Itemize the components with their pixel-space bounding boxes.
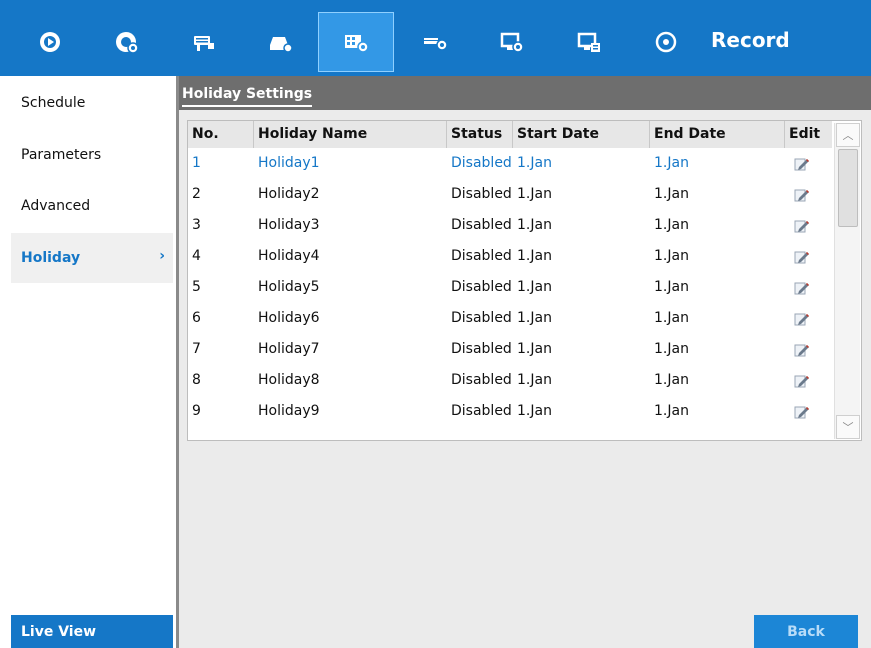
column-header-edit: Edit [789,126,821,142]
cell-status: Disabled [451,186,512,202]
record-settings-icon[interactable] [318,12,394,72]
cell-end: 1.Jan [654,403,689,419]
chevron-down-icon[interactable]: ﹀ [836,415,860,439]
column-header-no: No. [188,121,254,148]
cell-status: Disabled [451,341,512,357]
cell-end: 1.Jan [654,217,689,233]
cell-start: 1.Jan [517,310,552,326]
cell-no: 8 [192,372,201,388]
cell-name: Holiday4 [258,248,320,264]
table-row[interactable]: 4 Holiday4 Disabled 1.Jan 1.Jan [188,241,832,272]
scrollbar[interactable]: ︿ ﹀ [834,123,860,439]
cell-name: Holiday8 [258,372,320,388]
cell-end: 1.Jan [654,279,689,295]
cell-status: Disabled [451,310,512,326]
playback-icon[interactable] [102,12,152,72]
cell-no: 7 [192,341,201,357]
table-row[interactable]: 7 Holiday7 Disabled 1.Jan 1.Jan [188,334,832,365]
column-header-holiday-name: Holiday Name [254,121,447,148]
cell-no: 6 [192,310,201,326]
chevron-right-icon: › [159,248,165,264]
system-icon[interactable] [487,12,537,72]
chevron-up-icon[interactable]: ︿ [836,123,860,147]
cell-no: 3 [192,217,201,233]
network-icon[interactable] [410,12,460,72]
cell-status: Disabled [451,372,512,388]
cell-name: Holiday1 [258,155,320,171]
table-row[interactable]: 3 Holiday3 Disabled 1.Jan 1.Jan [188,210,832,241]
cell-end: 1.Jan [654,372,689,388]
sidebar-item-holiday[interactable]: Holiday › [11,233,173,283]
cell-name: Holiday2 [258,186,320,202]
table-row[interactable]: 5 Holiday5 Disabled 1.Jan 1.Jan [188,272,832,303]
table-row[interactable]: 8 Holiday8 Disabled 1.Jan 1.Jan [188,365,832,396]
cell-start: 1.Jan [517,248,552,264]
cell-name: Holiday7 [258,341,320,357]
table-row[interactable]: 9 Holiday9 Disabled 1.Jan 1.Jan [188,396,832,427]
top-menu-bar: Record [0,0,871,76]
main-panel: Holiday Settings No. Holiday Name Status… [179,76,871,648]
camera-icon[interactable] [179,12,229,72]
cell-end: 1.Jan [654,186,689,202]
cell-end: 1.Jan [654,248,689,264]
live-view-button[interactable]: Live View [11,615,173,648]
cell-start: 1.Jan [517,217,552,233]
cell-no: 1 [192,155,201,171]
column-header-start-date: Start Date [513,121,650,148]
sidebar: Schedule Parameters Advanced Holiday › [0,76,177,648]
maintenance-icon[interactable] [564,12,614,72]
cell-no: 5 [192,279,201,295]
edit-icon[interactable] [794,218,810,234]
cell-no: 4 [192,248,201,264]
live-view-icon[interactable] [25,12,75,72]
scroll-thumb[interactable] [838,149,858,227]
cell-end: 1.Jan [654,341,689,357]
edit-icon[interactable] [794,404,810,420]
cell-start: 1.Jan [517,403,552,419]
sidebar-item-label: Holiday [21,250,81,266]
cell-status: Disabled [451,217,512,233]
table-row[interactable]: 1 Holiday1 Disabled 1.Jan 1.Jan [188,148,832,179]
cell-end: 1.Jan [654,310,689,326]
cell-no: 9 [192,403,201,419]
tab-holiday-settings[interactable]: Holiday Settings [182,86,313,107]
cell-status: Disabled [451,279,512,295]
sidebar-item-schedule[interactable]: Schedule [11,78,173,128]
edit-icon[interactable] [794,342,810,358]
table-row[interactable]: 6 Holiday6 Disabled 1.Jan 1.Jan [188,303,832,334]
sidebar-item-advanced[interactable]: Advanced [11,181,173,231]
cell-status: Disabled [451,248,512,264]
cell-start: 1.Jan [517,186,552,202]
table-row[interactable]: 2 Holiday2 Disabled 1.Jan 1.Jan [188,179,832,210]
page-title: Record [711,28,790,52]
cell-name: Holiday6 [258,310,320,326]
edit-icon[interactable] [794,311,810,327]
cell-start: 1.Jan [517,155,552,171]
cell-end: 1.Jan [654,155,689,171]
tab-bar: Holiday Settings [179,76,871,110]
column-header-end-date: End Date [650,121,785,148]
cell-name: Holiday5 [258,279,320,295]
cell-status: Disabled [451,155,512,171]
edit-icon[interactable] [794,156,810,172]
column-header-status: Status [447,121,513,148]
back-button[interactable]: Back [754,615,858,648]
cell-name: Holiday9 [258,403,320,419]
cell-name: Holiday3 [258,217,320,233]
shutdown-icon[interactable] [641,12,691,72]
edit-icon[interactable] [794,373,810,389]
edit-icon[interactable] [794,249,810,265]
sidebar-item-parameters[interactable]: Parameters [11,130,173,180]
cell-start: 1.Jan [517,372,552,388]
table-header: No. Holiday Name Status Start Date End D… [188,121,832,148]
holiday-table: No. Holiday Name Status Start Date End D… [187,120,862,441]
cell-status: Disabled [451,403,512,419]
cell-start: 1.Jan [517,279,552,295]
cell-no: 2 [192,186,201,202]
storage-icon[interactable] [256,12,306,72]
edit-icon[interactable] [794,280,810,296]
cell-start: 1.Jan [517,341,552,357]
edit-icon[interactable] [794,187,810,203]
